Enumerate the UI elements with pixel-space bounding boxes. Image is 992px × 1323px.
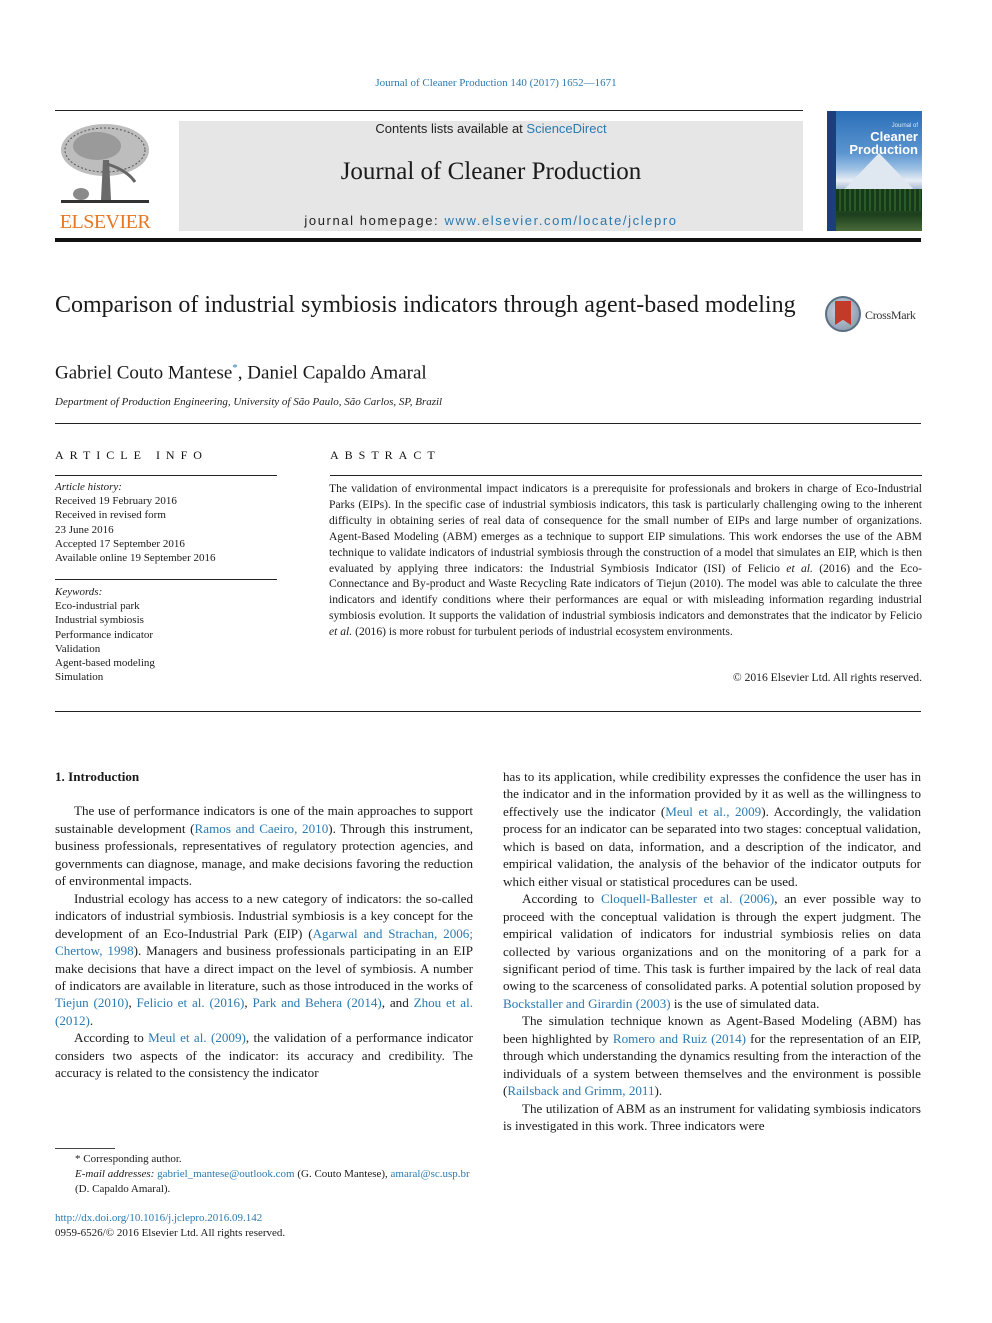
sciencedirect-link[interactable]: ScienceDirect: [526, 121, 606, 136]
journal-header: Contents lists available at ScienceDirec…: [179, 121, 803, 231]
history-item: 23 June 2016: [55, 523, 114, 536]
abstract-heading: ABSTRACT: [330, 448, 441, 462]
history-label: Article history:: [55, 481, 122, 493]
header-top-rule: [55, 110, 803, 111]
keywords: Keywords: Eco-industrial park Industrial…: [55, 585, 285, 684]
text: , an ever possible way to proceed with t…: [503, 891, 922, 994]
citation-link[interactable]: Railsback and Grimm, 2011: [507, 1083, 654, 1098]
abstract-rule: [330, 475, 922, 476]
paragraph-5: The simulation technique known as Agent-…: [503, 1012, 921, 1099]
text: According to: [74, 1030, 149, 1046]
issn-copyright: 0959-6526/© 2016 Elsevier Ltd. All right…: [55, 1227, 286, 1239]
history-item: Available online 19 September 2016: [55, 552, 216, 565]
body-column-right: has to its application, while credibilit…: [503, 768, 921, 1135]
abstract-part: (2016) is more robust for turbulent peri…: [352, 625, 733, 639]
doi-block: http://dx.doi.org/10.1016/j.jclepro.2016…: [55, 1211, 285, 1241]
paragraph-3-start: According to Meul et al. (2009), the val…: [55, 1029, 473, 1081]
paragraph-4: According to Cloquell-Ballester et al. (…: [503, 890, 921, 1012]
email-link-1[interactable]: gabriel_mantese@outlook.com: [157, 1168, 295, 1180]
journal-citation[interactable]: Journal of Cleaner Production 140 (2017)…: [0, 77, 992, 89]
email-addresses: E-mail addresses: gabriel_mantese@outloo…: [55, 1167, 475, 1197]
doi-link[interactable]: http://dx.doi.org/10.1016/j.jclepro.2016…: [55, 1212, 262, 1224]
affiliation: Department of Production Engineering, Un…: [55, 396, 443, 408]
cover-trees: [836, 189, 922, 211]
elsevier-tree-icon: [61, 124, 149, 203]
email-label: E-mail addresses:: [75, 1168, 155, 1180]
abstract-bottom-rule: [55, 711, 921, 712]
email-link-2[interactable]: amaral@sc.usp.br: [391, 1168, 470, 1180]
paragraph-1: The use of performance indicators is one…: [55, 802, 473, 889]
citation-link[interactable]: Bockstaller and Girardin (2003): [503, 996, 671, 1011]
article-history: Article history: Received 19 February 20…: [55, 480, 285, 565]
contents-line: Contents lists available at ScienceDirec…: [179, 121, 803, 136]
author-2: Daniel Capaldo Amaral: [247, 362, 427, 384]
citation-link[interactable]: Park and Behera (2014): [252, 995, 381, 1010]
homepage-prefix: journal homepage:: [304, 213, 445, 228]
paragraph-3-continued: has to its application, while credibilit…: [503, 768, 921, 890]
paragraph-6: The utilization of ABM as an instrument …: [503, 1100, 921, 1135]
crossmark-label: CrossMark: [865, 308, 916, 322]
citation-link[interactable]: Meul et al., 2009: [665, 804, 761, 819]
text: is the use of simulated data.: [670, 995, 820, 1011]
keyword-item: Performance indicator: [55, 628, 154, 641]
citation-link[interactable]: Tiejun (2010): [55, 995, 128, 1010]
text: According to: [522, 891, 601, 907]
article-title: Comparison of industrial symbiosis indic…: [55, 292, 796, 318]
article-info-heading: ARTICLE INFO: [55, 448, 208, 462]
article-info-rule: [55, 475, 277, 476]
elsevier-logo[interactable]: ELSEVIER: [55, 118, 155, 234]
author-separator: ,: [237, 362, 248, 384]
history-item: Received 19 February 2016: [55, 495, 177, 508]
text: ,: [128, 995, 137, 1011]
keyword-item: Eco-industrial park: [55, 600, 140, 613]
corresponding-author-note: * Corresponding author.: [75, 1153, 182, 1165]
cover-title: Journal of Cleaner Production: [849, 123, 918, 156]
abstract-copyright: © 2016 Elsevier Ltd. All rights reserved…: [732, 671, 922, 684]
crossmark-button[interactable]: CrossMark: [825, 296, 925, 336]
text: .: [89, 1012, 94, 1028]
homepage-line: journal homepage: www.elsevier.com/locat…: [179, 213, 803, 228]
footnote: * Corresponding author. E-mail addresses…: [55, 1152, 475, 1197]
text: , and: [381, 995, 414, 1011]
history-item: Received in revised form: [55, 509, 166, 522]
header-bottom-rule: [55, 238, 921, 242]
cover-stripe: [827, 111, 836, 231]
keyword-item: Simulation: [55, 671, 104, 684]
contents-prefix: Contents lists available at: [375, 121, 527, 136]
journal-cover-image[interactable]: Journal of Cleaner Production: [827, 111, 922, 231]
citation-link[interactable]: Cloquell-Ballester et al. (2006): [601, 891, 774, 906]
citation-link[interactable]: Felicio et al. (2016): [137, 995, 245, 1010]
citation-link[interactable]: Meul et al. (2009): [148, 1030, 246, 1045]
paragraph-2: Industrial ecology has access to a new c…: [55, 890, 473, 1030]
keywords-label: Keywords:: [55, 586, 103, 598]
elsevier-wordmark: ELSEVIER: [59, 211, 151, 233]
abstract-etal: et al.: [329, 625, 353, 639]
author-list: Gabriel Couto Mantese*, Daniel Capaldo A…: [55, 362, 427, 384]
keywords-rule: [55, 579, 277, 580]
citation-link[interactable]: Ramos and Caeiro, 2010: [195, 821, 329, 836]
footnote-rule: [55, 1148, 115, 1149]
info-top-rule: [55, 423, 921, 424]
cover-title-line2: Production: [849, 142, 918, 157]
text: The utilization of ABM as an instrument …: [503, 1100, 921, 1134]
body-column-left: 1. Introduction The use of performance i…: [55, 768, 473, 1082]
email-owner-2: (D. Capaldo Amaral).: [75, 1183, 171, 1195]
journal-homepage-link[interactable]: www.elsevier.com/locate/jclepro: [444, 213, 677, 228]
citation-link[interactable]: Romero and Ruiz (2014): [613, 1031, 746, 1046]
text: ).: [654, 1083, 663, 1099]
email-owner-1: (G. Couto Mantese),: [294, 1168, 391, 1180]
section-heading-introduction: 1. Introduction: [55, 769, 140, 784]
journal-name: Journal of Cleaner Production: [340, 158, 642, 185]
history-item: Accepted 17 September 2016: [55, 537, 185, 550]
author-1: Gabriel Couto Mantese: [55, 362, 233, 384]
keyword-item: Validation: [55, 642, 101, 655]
keyword-item: Agent-based modeling: [55, 657, 155, 670]
abstract-etal: et al.: [786, 561, 813, 575]
keyword-item: Industrial symbiosis: [55, 614, 144, 627]
abstract-text: The validation of environmental impact i…: [329, 481, 922, 640]
